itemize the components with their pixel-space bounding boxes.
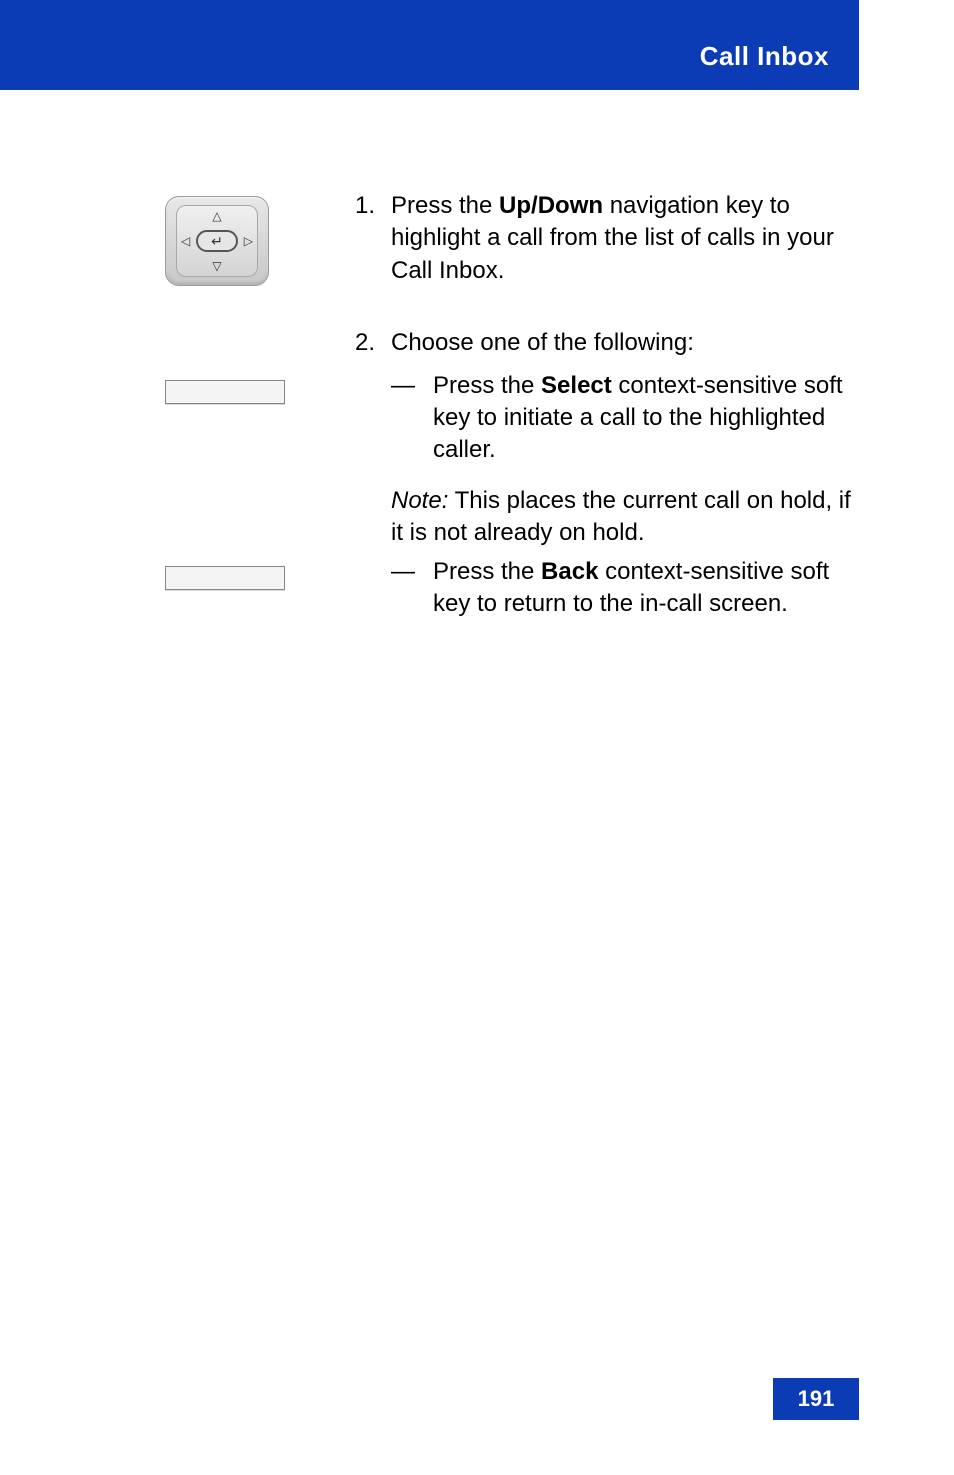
step-2a-pre: Press the bbox=[433, 372, 541, 399]
step-2a-num-spacer bbox=[355, 370, 391, 550]
nav-left-icon: ◁ bbox=[181, 234, 190, 248]
step-1-graphic-col: △ ▽ ◁ ▷ ↵ bbox=[165, 190, 355, 286]
step-2a-note: Note: This places the current call on ho… bbox=[391, 485, 864, 550]
step-2b-graphic-col bbox=[165, 556, 355, 590]
step-2a-dash: — bbox=[391, 370, 433, 467]
page: Call Inbox △ ▽ ◁ ▷ ↵ 1. bbox=[0, 0, 954, 1475]
page-number-box: 191 bbox=[773, 1378, 859, 1420]
navigation-pad-inner: △ ▽ ◁ ▷ ↵ bbox=[176, 205, 258, 277]
step-1-body: Press the Up/Down navigation key to high… bbox=[391, 190, 864, 287]
softkey-select-icon bbox=[165, 380, 285, 404]
step-1-key: Up/Down bbox=[499, 192, 603, 219]
step-2b-row: — Press the Back context-sensitive soft … bbox=[165, 556, 864, 621]
step-2a-note-label: Note: bbox=[391, 487, 448, 514]
step-2-intro-row: 2. Choose one of the following: bbox=[165, 327, 864, 359]
step-2-number: 2. bbox=[355, 327, 391, 359]
softkey-back-icon bbox=[165, 566, 285, 590]
step-2b-dash: — bbox=[391, 556, 433, 621]
section-title: Call Inbox bbox=[700, 41, 829, 72]
step-2b-text: — Press the Back context-sensitive soft … bbox=[355, 556, 864, 621]
step-2b-pre: Press the bbox=[433, 558, 541, 585]
nav-up-icon: △ bbox=[212, 209, 221, 223]
content-area: △ ▽ ◁ ▷ ↵ 1. Press the Up/Down navigatio… bbox=[165, 190, 864, 1355]
step-2a-key: Select bbox=[541, 372, 612, 399]
step-2a-note-text: This places the current call on hold, if… bbox=[391, 487, 851, 546]
step-1-row: △ ▽ ◁ ▷ ↵ 1. Press the Up/Down navigatio… bbox=[165, 190, 864, 287]
step-2b-num-spacer bbox=[355, 556, 391, 621]
step-2-intro-text: 2. Choose one of the following: bbox=[355, 327, 864, 359]
page-number: 191 bbox=[798, 1386, 835, 1412]
step-2a-text: — Press the Select context-sensitive sof… bbox=[355, 370, 864, 550]
step-2a-graphic-col bbox=[165, 370, 355, 404]
step-1-text: 1. Press the Up/Down navigation key to h… bbox=[355, 190, 864, 287]
step-2b-key: Back bbox=[541, 558, 598, 585]
step-2b-body: Press the Back context-sensitive soft ke… bbox=[433, 556, 864, 621]
nav-enter-icon: ↵ bbox=[196, 230, 238, 252]
step-2a-row: — Press the Select context-sensitive sof… bbox=[165, 370, 864, 550]
header-bar: Call Inbox bbox=[215, 0, 859, 90]
nav-right-icon: ▷ bbox=[244, 234, 253, 248]
step-2-intro-spacer bbox=[165, 327, 355, 333]
step-1-pre: Press the bbox=[391, 192, 499, 219]
step-1-number: 1. bbox=[355, 190, 391, 287]
step-2a-body: Press the Select context-sensitive soft … bbox=[433, 370, 864, 467]
nav-down-icon: ▽ bbox=[212, 259, 221, 273]
navigation-pad-icon: △ ▽ ◁ ▷ ↵ bbox=[165, 196, 269, 286]
step-2-intro: Choose one of the following: bbox=[391, 327, 864, 359]
header-left-block bbox=[0, 0, 215, 90]
